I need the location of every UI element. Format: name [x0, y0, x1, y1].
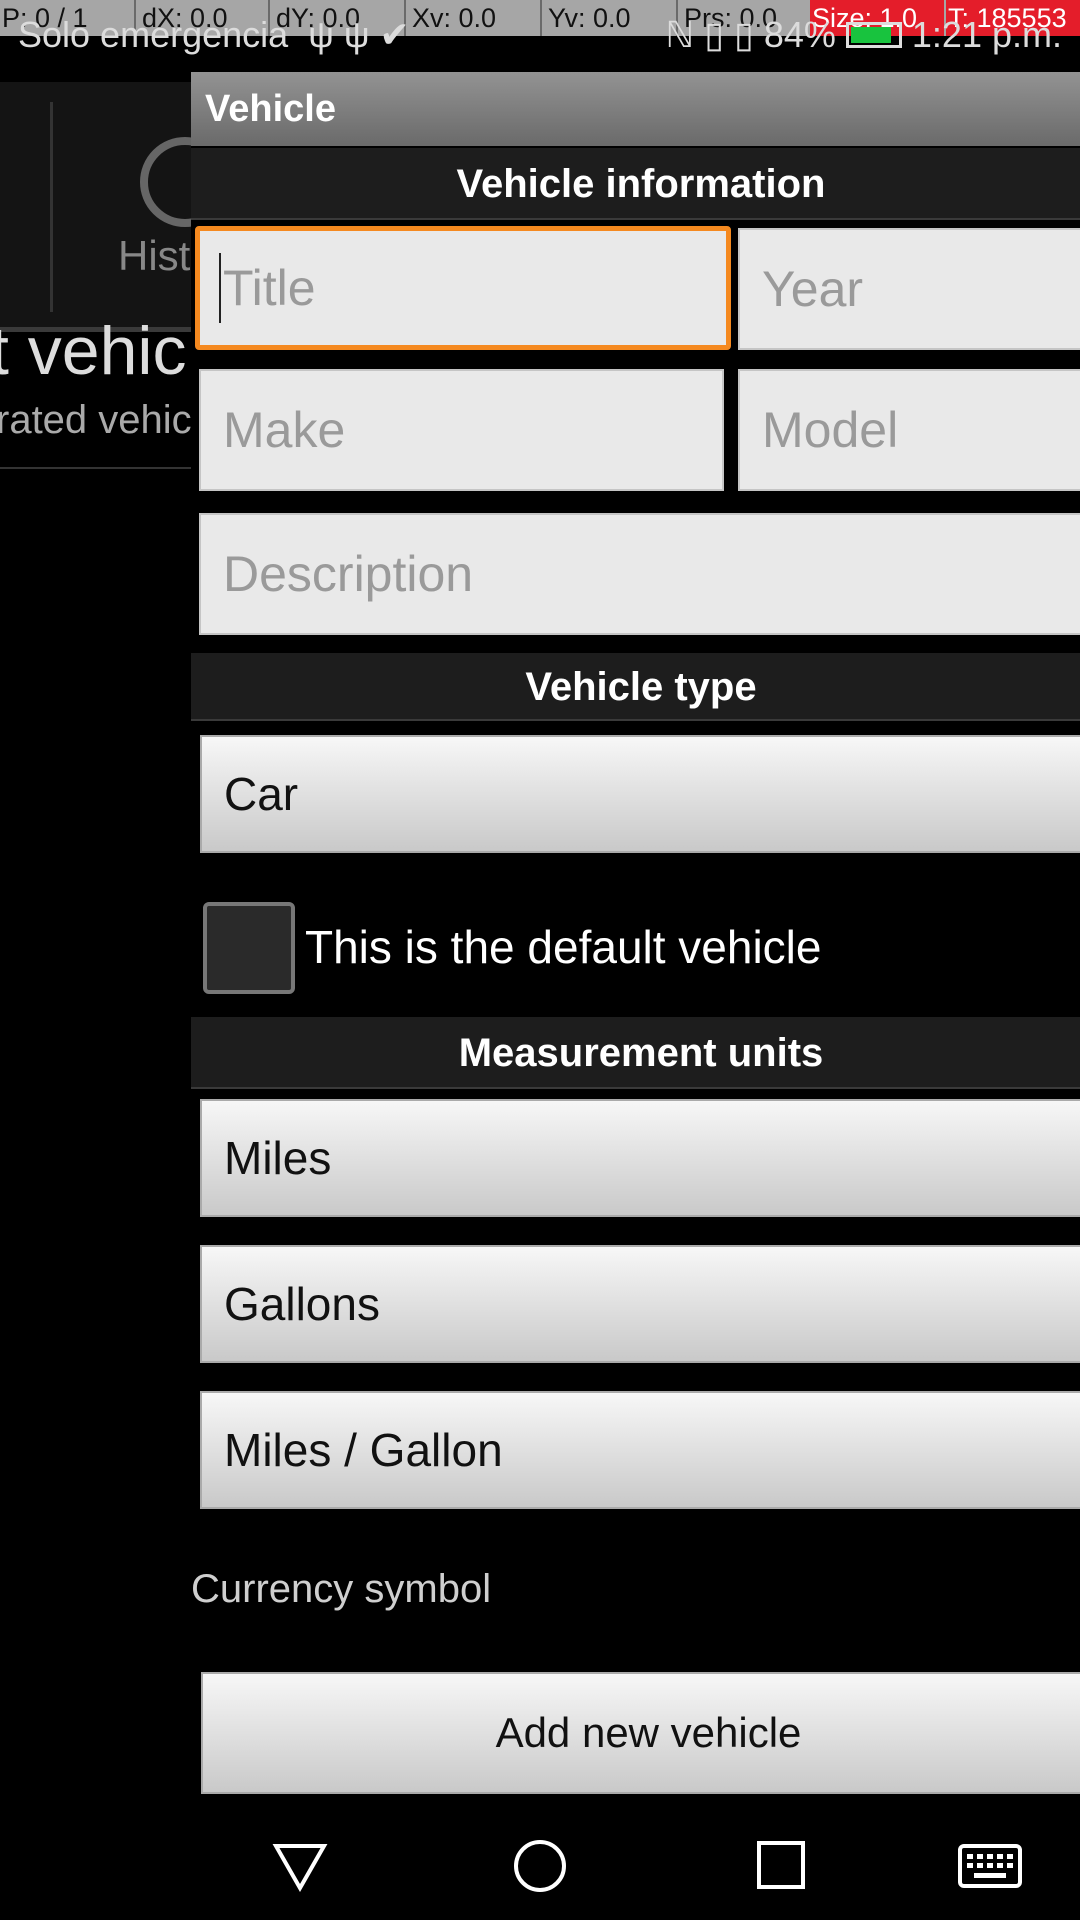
- description-field[interactable]: Description: [199, 513, 1080, 635]
- default-vehicle-checkbox[interactable]: [203, 902, 295, 994]
- model-placeholder: Model: [762, 402, 899, 458]
- back-triangle-icon[interactable]: [272, 1842, 328, 1892]
- carrier-text: Solo emergencia: [18, 14, 289, 55]
- year-field[interactable]: Year: [738, 228, 1080, 350]
- check-icon: ✔: [379, 14, 410, 55]
- section-vehicle-type: Vehicle type: [191, 653, 1080, 721]
- make-field[interactable]: Make: [199, 369, 724, 491]
- text-caret: [219, 253, 221, 323]
- recents-square-icon[interactable]: [756, 1840, 806, 1890]
- clock-time: 1:21 p.m.: [911, 14, 1062, 55]
- distance-unit-spinner[interactable]: Miles: [200, 1099, 1080, 1217]
- vehicle-type-spinner[interactable]: Car: [200, 735, 1080, 853]
- background-subtitle: rated vehic: [0, 398, 192, 442]
- economy-unit-spinner[interactable]: Miles / Gallon: [200, 1391, 1080, 1509]
- background-app: Hist t vehicl rated vehic: [0, 62, 230, 1802]
- vehicle-type-value: Car: [224, 768, 299, 820]
- background-title: t vehicl: [0, 313, 202, 389]
- usb-icon: ψ ψ: [298, 14, 370, 55]
- volume-unit-value: Gallons: [224, 1278, 380, 1330]
- battery-saver-icon: ▯: [734, 14, 754, 55]
- status-bar: Solo emergencia ψ ψ ✔ ℕ ▯ ▯ 84% 1:21 p.m…: [0, 14, 1080, 62]
- home-circle-icon[interactable]: [512, 1838, 568, 1894]
- battery-icon: [845, 22, 902, 48]
- year-placeholder: Year: [762, 261, 864, 317]
- divider: [0, 467, 200, 469]
- default-vehicle-label[interactable]: This is the default vehicle: [305, 920, 822, 974]
- section-measurement-units: Measurement units: [191, 1017, 1080, 1089]
- title-field[interactable]: Title: [195, 226, 731, 350]
- section-vehicle-information: Vehicle information: [191, 148, 1080, 220]
- volume-unit-spinner[interactable]: Gallons: [200, 1245, 1080, 1363]
- vehicle-dialog: Vehicle Vehicle information Title Year M…: [191, 72, 1080, 1802]
- battery-percent: 84%: [763, 14, 836, 55]
- currency-symbol-label: Currency symbol: [191, 1567, 492, 1611]
- economy-unit-value: Miles / Gallon: [224, 1424, 503, 1476]
- make-placeholder: Make: [223, 402, 346, 458]
- nfc-icon: ℕ: [665, 14, 695, 55]
- description-placeholder: Description: [223, 546, 474, 602]
- tab-history-label: Hist: [118, 232, 191, 279]
- vibrate-icon: ▯: [704, 14, 725, 55]
- status-icons: ℕ ▯ ▯ 84% 1:21 p.m.: [665, 14, 1062, 56]
- dialog-title: Vehicle: [191, 72, 1080, 146]
- distance-unit-value: Miles: [224, 1132, 332, 1184]
- navigation-bar: [0, 1802, 1080, 1920]
- tab-divider: [50, 102, 53, 312]
- add-new-vehicle-button[interactable]: Add new vehicle: [201, 1672, 1080, 1794]
- model-field[interactable]: Model: [738, 369, 1080, 491]
- carrier-label: Solo emergencia ψ ψ ✔: [18, 14, 410, 56]
- title-placeholder: Title: [223, 260, 316, 316]
- keyboard-icon[interactable]: [958, 1844, 1022, 1888]
- background-tab-bar: Hist: [0, 82, 230, 332]
